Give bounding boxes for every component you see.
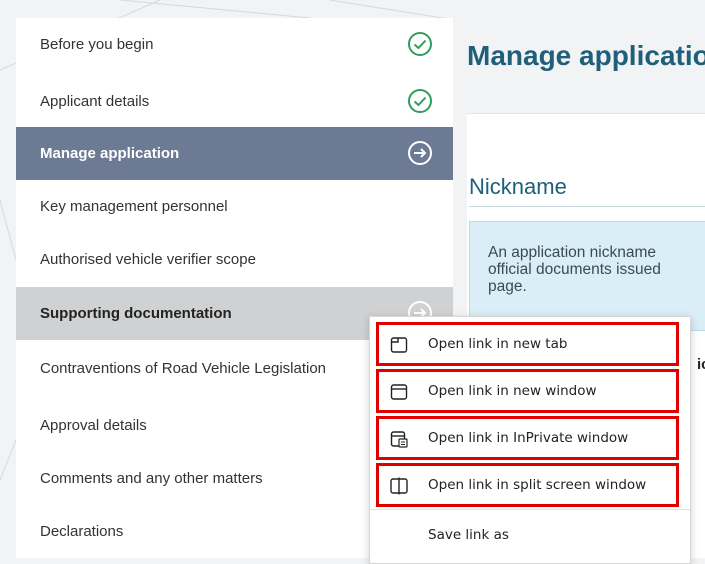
sidebar-item-manage-application[interactable]: Manage application xyxy=(16,127,453,180)
menu-item-label: Open link in new window xyxy=(428,383,597,399)
section-heading: Nickname xyxy=(469,174,567,199)
check-circle-icon xyxy=(408,32,432,56)
sidebar-item-authorised-vehicle-verifier-scope[interactable]: Authorised vehicle verifier scope xyxy=(16,233,453,286)
check-circle-icon xyxy=(408,89,432,113)
menu-item-label: Open link in InPrivate window xyxy=(428,430,629,446)
sidebar-item-label: Authorised vehicle verifier scope xyxy=(40,251,256,268)
sidebar-item-label: Declarations xyxy=(40,523,124,540)
sidebar-item-applicant-details[interactable]: Applicant details xyxy=(16,75,453,128)
menu-separator xyxy=(370,509,690,510)
sidebar-item-before-you-begin[interactable]: Before you begin xyxy=(16,18,453,71)
open-in-split-screen-menu-item[interactable]: Open link in split screen window xyxy=(376,463,679,507)
open-in-inprivate-window-menu-item[interactable]: Open link in InPrivate window xyxy=(376,416,679,460)
arrow-right-circle-icon xyxy=(408,141,432,165)
sidebar-item-label: Before you begin xyxy=(40,36,154,53)
split-screen-icon xyxy=(390,477,408,495)
open-in-new-window-menu-item[interactable]: Open link in new window xyxy=(376,369,679,413)
sidebar-item-key-management-personnel[interactable]: Key management personnel xyxy=(16,180,453,233)
new-tab-icon xyxy=(390,337,408,353)
save-link-as-menu-item[interactable]: Save link as xyxy=(376,517,679,553)
info-box: An application nickname official documen… xyxy=(469,221,705,331)
menu-item-label: Save link as xyxy=(428,527,509,543)
menu-item-label: Open link in split screen window xyxy=(428,477,647,493)
sidebar-item-label: Manage application xyxy=(40,145,180,162)
page-title: Manage application xyxy=(467,40,705,71)
divider xyxy=(469,206,705,207)
context-menu: Open link in new tab Open link in new wi… xyxy=(369,316,691,564)
sidebar-item-label: Approval details xyxy=(40,417,147,434)
sidebar-item-label: Contraventions of Road Vehicle Legislati… xyxy=(40,360,327,377)
sidebar-item-label: Applicant details xyxy=(40,93,150,110)
info-text: An application nickname official documen… xyxy=(488,244,661,295)
open-in-new-tab-menu-item[interactable]: Open link in new tab xyxy=(376,322,679,366)
sidebar-item-label: Key management personnel xyxy=(40,198,228,215)
menu-item-label: Open link in new tab xyxy=(428,336,568,352)
inprivate-window-icon xyxy=(390,431,408,448)
sidebar-item-label: Comments and any other matters xyxy=(40,470,263,487)
sidebar-item-label: Supporting documentation xyxy=(40,305,232,322)
partially-hidden-text: ic xyxy=(697,356,705,373)
new-window-icon xyxy=(390,384,408,400)
